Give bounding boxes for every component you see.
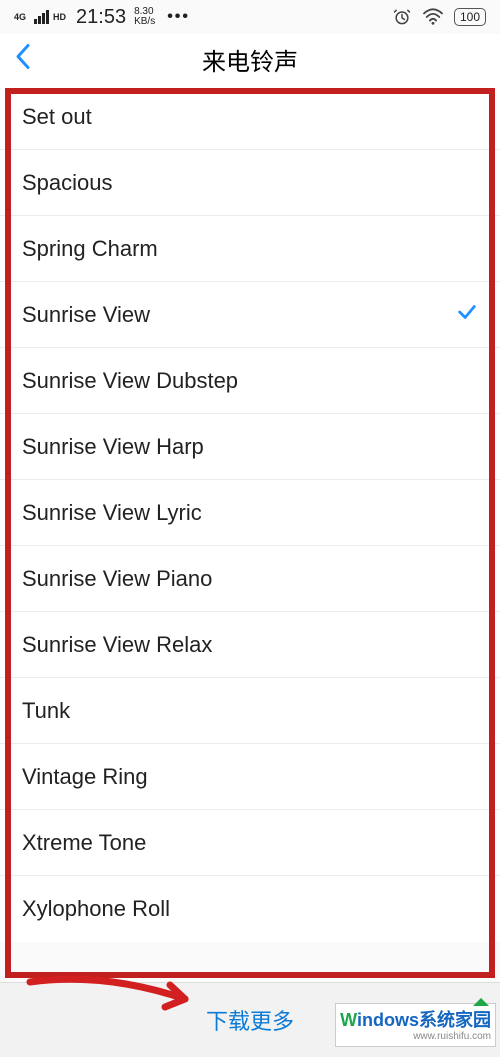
ringtone-label: Spacious — [22, 170, 113, 196]
alarm-icon — [392, 7, 412, 27]
ringtone-row[interactable]: Sunrise View — [0, 282, 500, 348]
battery-indicator: 100 — [454, 8, 486, 26]
checkmark-icon — [456, 301, 478, 329]
ringtone-row[interactable]: Vintage Ring — [0, 744, 500, 810]
back-button[interactable] — [14, 43, 32, 76]
clock-time: 21:53 — [76, 6, 126, 29]
more-dots-icon: ••• — [167, 8, 190, 26]
ringtone-label: Sunrise View Dubstep — [22, 368, 238, 394]
status-right: 100 — [392, 7, 486, 27]
status-bar: 4G HD 21:53 8.30 KB/s ••• 100 — [0, 0, 500, 34]
ringtone-label: Vintage Ring — [22, 764, 148, 790]
ringtone-list[interactable]: Set out Spacious Spring Charm Sunrise View S… — [0, 84, 500, 942]
ringtone-label: Sunrise View Relax — [22, 632, 212, 658]
wifi-icon — [422, 8, 444, 26]
status-left: 4G HD 21:53 8.30 KB/s ••• — [14, 6, 190, 29]
ringtone-label: Set out — [22, 104, 92, 130]
network-4g: 4G — [14, 13, 26, 22]
ringtone-label: Sunrise View — [22, 302, 150, 328]
ringtone-row[interactable]: Spring Charm — [0, 216, 500, 282]
ringtone-row[interactable]: Spacious — [0, 150, 500, 216]
ringtone-row[interactable]: Sunrise View Harp — [0, 414, 500, 480]
page-title: 来电铃声 — [202, 42, 298, 77]
chevron-left-icon — [14, 43, 32, 71]
download-more-button[interactable]: 下载更多 — [206, 1004, 294, 1036]
signal-bars-icon — [34, 10, 49, 24]
bottom-bar: 下载更多 — [0, 982, 500, 1057]
ringtone-label: Tunk — [22, 698, 70, 724]
ringtone-row[interactable]: Sunrise View Lyric — [0, 480, 500, 546]
network-hd: HD — [53, 13, 66, 22]
ringtone-label: Xtreme Tone — [22, 830, 146, 856]
ringtone-label: Sunrise View Lyric — [22, 500, 202, 526]
ringtone-label: Xylophone Roll — [22, 896, 170, 922]
ringtone-row[interactable]: Sunrise View Dubstep — [0, 348, 500, 414]
ringtone-row[interactable]: Xtreme Tone — [0, 810, 500, 876]
network-speed: 8.30 KB/s — [134, 7, 155, 27]
ringtone-label: Sunrise View Harp — [22, 434, 204, 460]
ringtone-label: Sunrise View Piano — [22, 566, 212, 592]
ringtone-label: Spring Charm — [22, 236, 158, 262]
network-label: 4G — [14, 13, 26, 22]
ringtone-row[interactable]: Sunrise View Relax — [0, 612, 500, 678]
ringtone-row[interactable]: Xylophone Roll — [0, 876, 500, 942]
nav-bar: 来电铃声 — [0, 34, 500, 84]
ringtone-row[interactable]: Set out — [0, 84, 500, 150]
ringtone-row[interactable]: Sunrise View Piano — [0, 546, 500, 612]
ringtone-row[interactable]: Tunk — [0, 678, 500, 744]
